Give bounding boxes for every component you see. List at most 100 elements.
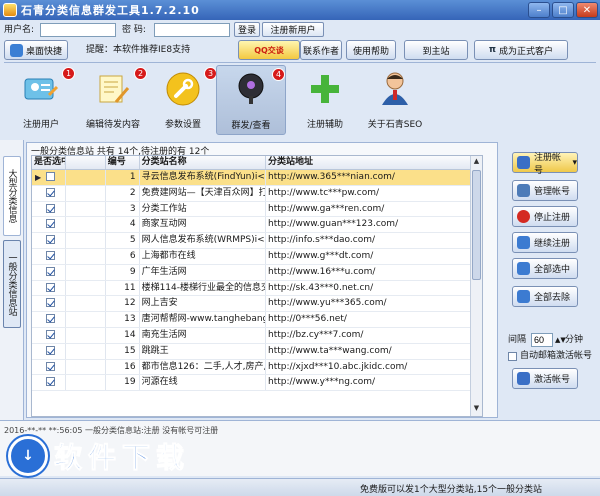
row-spacer-cell [66, 312, 106, 327]
col-name[interactable]: 分类站名称 [140, 156, 266, 169]
row-number: 4 [106, 217, 140, 233]
manage-icon [517, 184, 530, 197]
row-checkbox[interactable] [46, 266, 55, 276]
help-button[interactable]: 使用帮助 [346, 40, 396, 60]
row-number: 15 [106, 343, 140, 359]
select-all-button[interactable]: 全部选中 [512, 258, 578, 279]
row-number: 5 [106, 233, 140, 248]
row-checkbox[interactable] [46, 345, 55, 355]
row-site-name: 唐河帮帮网-www.tanghebangbang [140, 312, 266, 327]
row-checkbox[interactable] [46, 361, 55, 371]
log-line: 2016-**-** **:56:05 一般分类信息站:注册 没有帐号可注册 [4, 426, 219, 435]
row-checkbox[interactable] [46, 187, 55, 197]
continue-register-button[interactable]: 继续注册 [512, 232, 578, 253]
minimize-icon[interactable]: – [528, 2, 550, 18]
row-checkbox[interactable] [46, 314, 55, 324]
row-number: 16 [106, 359, 140, 375]
nav-about[interactable]: 关于石青SEO [362, 65, 428, 135]
register-account-button[interactable]: 注册帐号 ▾ [512, 152, 578, 176]
site-list-group: 一般分类信息站 共有 14个,待注册的有 12个 是否选中 编号 分类站名称 分… [26, 142, 498, 418]
row-select-cell [32, 296, 66, 312]
notice-text: 提醒：本软件推荐IE8支持 [86, 45, 191, 55]
site-table: 是否选中 编号 分类站名称 分类站地址 ▶ 1寻云信息发布系统(FindYun)i… [31, 155, 483, 417]
table-row[interactable]: 11 楼梯114-楼梯行业最全的信息交流 http://sk.43***0.net.… [32, 280, 482, 297]
activate-account-button[interactable]: 激活帐号 [512, 368, 578, 389]
table-row[interactable]: 13唐河帮帮网-www.tanghebangbanghttp://0***56.… [32, 312, 482, 328]
col-selected[interactable]: 是否选中 [32, 156, 66, 169]
row-site-name: 都市信息126：二手,人才,房产,免费 [140, 359, 266, 375]
wrench-icon: 3 [163, 67, 217, 109]
scroll-thumb[interactable] [472, 170, 481, 280]
table-row[interactable]: 9 广年生活网 http://www.16***u.com/ [32, 264, 482, 281]
table-row[interactable]: 6 上海都市在线 http://www.g***dt.com/ [32, 248, 482, 265]
stop-register-button[interactable]: 停止注册 [512, 206, 578, 227]
table-row[interactable]: 15 跳跳王 http://www.ta***wang.com/ [32, 343, 482, 360]
site-button[interactable]: 到主站 [404, 40, 468, 60]
deselect-all-button[interactable]: 全部去除 [512, 286, 578, 307]
nav-register-helper[interactable]: 注册辅助 [292, 65, 358, 135]
table-row[interactable]: 4 商家互动网 http://www.guan***123.com/ [32, 217, 482, 234]
row-checkbox[interactable] [46, 377, 55, 387]
contact-button[interactable]: 联系作者 [300, 40, 342, 60]
row-site-url: http://info.s***dao.com/ [266, 233, 482, 248]
home-button[interactable]: 桌面快捷 [4, 40, 68, 60]
row-checkbox[interactable] [46, 235, 55, 245]
auto-activate-checkbox[interactable] [508, 352, 517, 361]
col-number[interactable]: 编号 [106, 156, 140, 169]
upgrade-button[interactable]: π 成为正式客户 [474, 40, 568, 60]
row-site-url: http://0***56.net/ [266, 312, 482, 327]
nav-register-user[interactable]: 1 注册用户 [8, 65, 75, 135]
table-row[interactable]: 19 河源在线 http://www.y***ng.com/ [32, 375, 482, 392]
table-row[interactable]: 12 网上吉安 http://www.yu***365.com/ [32, 296, 482, 313]
select-all-label: 全部选中 [534, 265, 571, 275]
password-input[interactable] [154, 23, 230, 37]
row-site-url: http://www.ga***ren.com/ [266, 201, 482, 217]
nav-label: 关于石青SEO [367, 120, 423, 130]
row-spacer-cell [66, 327, 106, 343]
row-site-url: http://www.365***nian.com/ [266, 170, 482, 185]
row-checkbox[interactable] [46, 329, 55, 339]
username-input[interactable] [40, 23, 116, 37]
tab-general-classified[interactable]: 一般分类信息站 [3, 240, 21, 328]
app-icon [3, 3, 17, 17]
tab-big-classified[interactable]: 大型分类信息 [3, 156, 21, 236]
table-row[interactable]: 14 南充生活网 http://bz.cy***7.com/ [32, 327, 482, 344]
status-bar: 免费版可以发1个大型分类站,15个一般分类站 [0, 478, 600, 496]
row-site-url: http://www.ta***wang.com/ [266, 343, 482, 359]
toolbar: 桌面快捷 提醒：本软件推荐IE8支持 QQ交谈 联系作者 使用帮助 到主站 π … [0, 38, 600, 62]
nav-publish[interactable]: 4 群发/查看 [216, 65, 286, 135]
table-row[interactable]: 2 免费建网站—【天津百众网】打造 http://www.tc***pw.com/ [32, 185, 482, 202]
row-checkbox[interactable] [46, 298, 55, 308]
login-row: 用户名: 密 码: 登录 注册新用户 [0, 22, 600, 38]
row-checkbox[interactable] [46, 172, 55, 181]
watermark-logo-icon: ↓ [8, 436, 48, 476]
interval-input[interactable] [531, 333, 553, 347]
nav-label: 参数设置 [164, 120, 201, 130]
row-site-name: 商家互动网 [140, 217, 266, 233]
close-icon[interactable]: ✕ [576, 2, 598, 18]
row-select-cell [32, 217, 66, 233]
row-number: 2 [106, 185, 140, 201]
row-checkbox[interactable] [46, 203, 55, 213]
manage-account-button[interactable]: 管理帐号 [512, 180, 578, 201]
row-checkbox[interactable] [46, 219, 55, 229]
table-row[interactable]: 16都市信息126：二手,人才,房产,免费http://xjxd***10.ab… [32, 359, 482, 376]
table-row[interactable]: 3 分类工作站 http://www.ga***ren.com/ [32, 201, 482, 218]
table-row[interactable]: 5网人信息发布系统(WRMPS)i<<最http://info.s***dao.… [32, 233, 482, 249]
nav-settings[interactable]: 3 参数设置 [150, 65, 217, 135]
col-url[interactable]: 分类站地址 [266, 156, 482, 169]
scroll-down-icon[interactable]: ▼ [472, 404, 481, 415]
login-button[interactable]: 登录 [234, 22, 260, 37]
qq-button[interactable]: QQ交谈 [238, 40, 300, 60]
vertical-scrollbar[interactable]: ▲ ▼ [470, 156, 482, 416]
row-site-name: 河源在线 [140, 375, 266, 391]
table-row[interactable]: ▶ 1寻云信息发布系统(FindYun)i<<最http://www.365***… [32, 170, 482, 186]
maximize-icon[interactable]: □ [552, 2, 574, 18]
register-button[interactable]: 注册新用户 [262, 22, 324, 37]
row-number: 14 [106, 327, 140, 343]
row-checkbox[interactable] [46, 250, 55, 260]
scroll-up-icon[interactable]: ▲ [472, 157, 481, 168]
row-checkbox[interactable] [46, 282, 55, 292]
nav-label: 编辑待发内容 [85, 120, 140, 130]
nav-edit-content[interactable]: 2 编辑待发内容 [80, 65, 147, 135]
